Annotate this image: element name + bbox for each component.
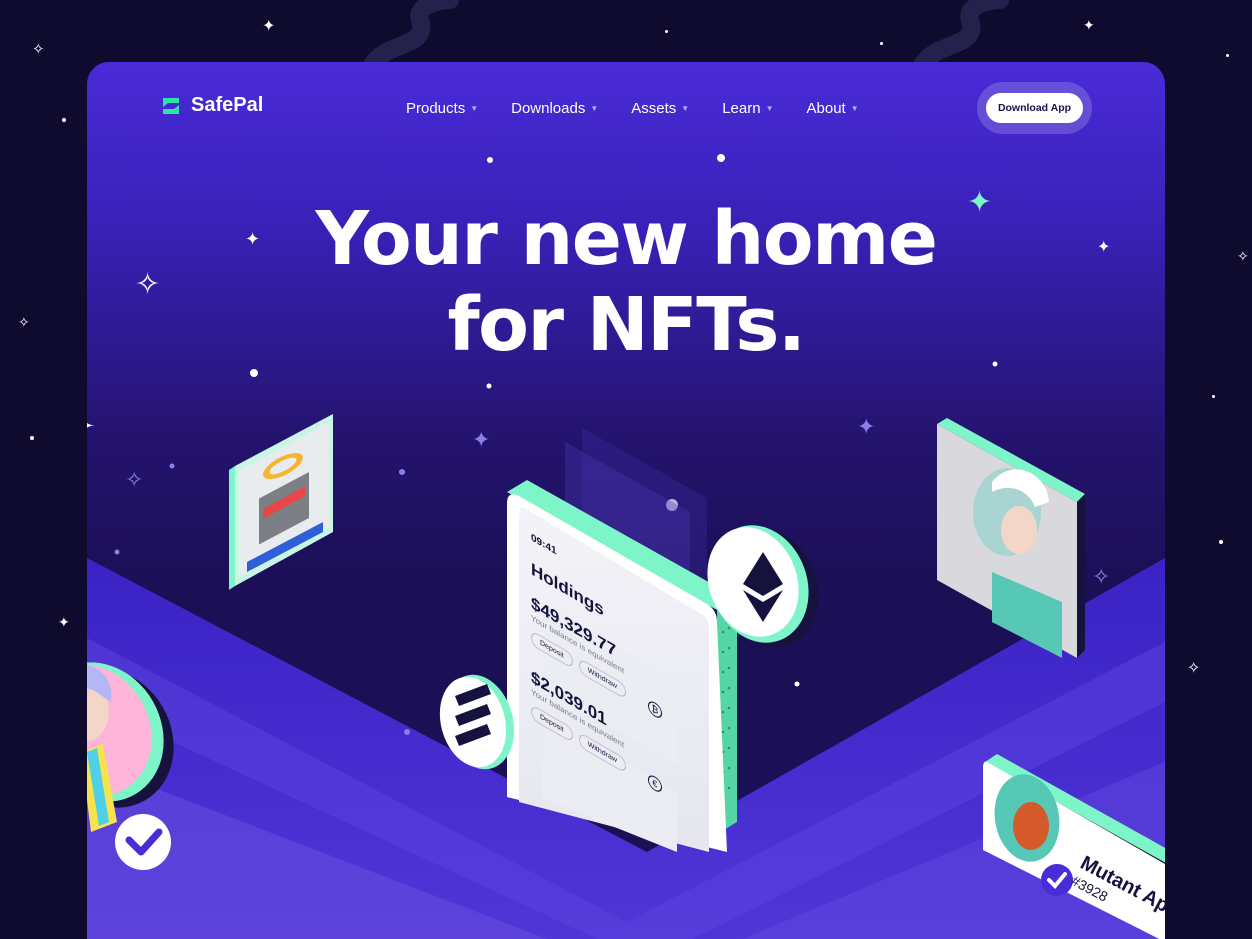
- hero-illustration: ✦ ✧ ✦ ✦ ✦ ✦ ✦ ✧ ✧: [87, 154, 1165, 939]
- brand-logo[interactable]: SafePal: [159, 94, 263, 117]
- caret-down-icon: ▼: [765, 104, 774, 113]
- star-dot: [62, 118, 66, 122]
- svg-text:✦: ✦: [857, 415, 875, 440]
- smoke-decoration: [911, 0, 1009, 70]
- star-dot: [880, 42, 883, 45]
- nav-products[interactable]: Products ▼: [406, 100, 478, 117]
- nav-about[interactable]: About ▼: [807, 100, 859, 117]
- star-dot: [1212, 395, 1215, 398]
- download-app-button[interactable]: Download App: [977, 82, 1092, 134]
- download-app-label: Download App: [985, 93, 1084, 123]
- svg-text:✦: ✦: [472, 428, 490, 453]
- star-decoration-icon: ✦: [262, 16, 276, 35]
- brand-name: SafePal: [191, 94, 264, 116]
- caret-down-icon: ▼: [470, 104, 479, 113]
- star-dot: [1226, 54, 1229, 57]
- hero-section: ✦ ✧ ✦ ✦ ✦ ✦ ✦ ✧ ✧: [87, 62, 1165, 939]
- star-outline-icon: ✧: [32, 40, 45, 58]
- nav-label: Learn: [722, 100, 761, 117]
- star-dot: [1219, 540, 1223, 544]
- caret-down-icon: ▼: [590, 104, 599, 113]
- nav-learn[interactable]: Learn ▼: [722, 100, 773, 117]
- smoke-decoration: [361, 0, 459, 70]
- bitcoin-icon: ₿: [647, 698, 662, 721]
- star-decoration-icon: ✦: [1083, 18, 1095, 34]
- nav-downloads[interactable]: Downloads ▼: [511, 100, 598, 117]
- main-navigation: Products ▼ Downloads ▼ Assets ▼ Learn ▼ …: [406, 100, 859, 117]
- svg-text:✧: ✧: [125, 468, 143, 493]
- nav-label: Assets: [631, 100, 677, 117]
- svg-text:✧: ✧: [1092, 565, 1110, 590]
- star-decoration-icon: ✦: [58, 615, 70, 631]
- caret-down-icon: ▼: [681, 104, 690, 113]
- star-outline-icon: ✧: [1237, 249, 1249, 265]
- nav-label: Downloads: [511, 100, 586, 117]
- nav-assets[interactable]: Assets ▼: [631, 100, 689, 117]
- nav-label: Products: [406, 100, 466, 117]
- headline-line-1: Your new home: [315, 196, 938, 282]
- safepal-logo-icon: [163, 97, 179, 114]
- nav-label: About: [806, 100, 846, 117]
- star-dot: [665, 30, 668, 33]
- star-outline-icon: ✧: [1187, 658, 1201, 677]
- svg-text:✦: ✦: [87, 404, 97, 450]
- star-outline-icon: ✧: [18, 315, 30, 331]
- star-dot: [30, 436, 34, 440]
- caret-down-icon: ▼: [850, 104, 859, 113]
- hero-headline: Your new home for NFTs.: [87, 196, 1165, 368]
- headline-line-2: for NFTs.: [447, 282, 806, 368]
